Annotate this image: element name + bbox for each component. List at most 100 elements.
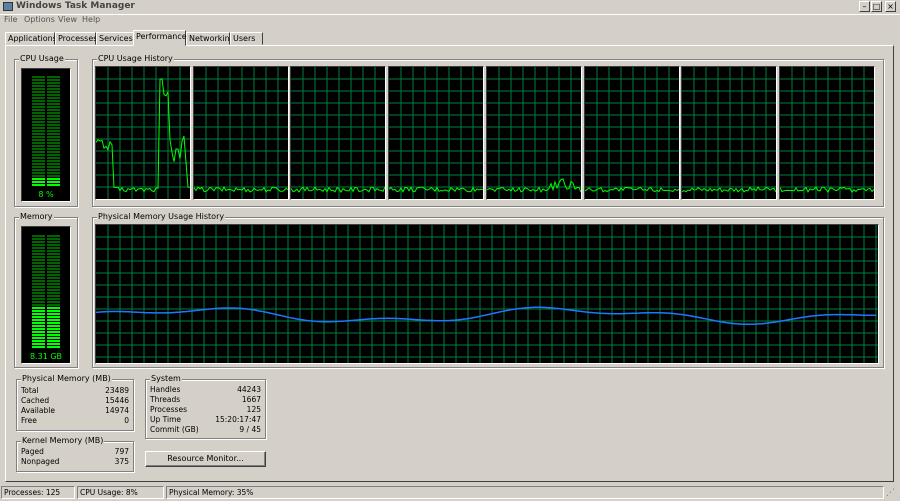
stat-value: 797 [114,447,129,456]
gauge-bar-segment [32,280,45,282]
gauge-bar-segment [32,304,45,306]
gauge-bar-segment [32,325,45,327]
cpu-core-graph [485,66,582,200]
gauge-bar-segment [32,145,45,147]
tab-processes[interactable]: Processes [55,32,97,45]
gauge-bar-segment [32,85,45,87]
gauge-bars [32,235,60,348]
gauge-bar-segment [47,238,60,240]
table-row: Nonpaged 375 [21,457,129,467]
gauge-bar-segment [32,319,45,321]
menu-file[interactable]: File [4,15,17,24]
gauge-bar-segment [32,313,45,315]
gauge-bar-segment [32,262,45,264]
gauge-bar-segment [47,157,60,159]
menu-options[interactable]: Options [24,15,55,24]
status-cpu-usage: CPU Usage: 8% [77,486,164,499]
physical-memory-table: Total 23489 Cached 15446 Available 14974 Fr… [21,386,129,426]
gauge-bars [32,76,60,186]
gauge-bar-segment [32,148,45,150]
gauge-bar-segment [32,139,45,141]
title-bar[interactable]: Windows Task Manager – □ × [0,0,900,15]
gauge-bar-segment [47,322,60,324]
gauge-bar-segment [47,331,60,333]
gauge-bar-segment [47,310,60,312]
tab-performance[interactable]: Performance [133,30,187,46]
gauge-bar-segment [47,337,60,339]
tab-users[interactable]: Users [230,32,263,45]
gauge-bar-segment [47,175,60,177]
minimize-button[interactable]: – [859,1,870,12]
gauge-bar-segment [32,103,45,105]
table-row: Commit (GB) 9 / 45 [150,425,261,435]
gauge-bar-segment [32,112,45,114]
stat-value: 1667 [241,395,261,404]
tab-services[interactable]: Services [96,32,135,45]
gauge-bar-segment [32,130,45,132]
gauge-bar-segment [47,82,60,84]
stat-name: Paged [21,447,44,456]
gauge-bar-segment [47,130,60,132]
memory-label: Memory [19,212,54,222]
maximize-button[interactable]: □ [871,1,882,12]
gauge-bar-segment [32,283,45,285]
stat-name: Total [21,386,39,395]
stat-name: Available [21,406,55,415]
close-button[interactable]: × [885,1,896,12]
gauge-bar-segment [47,76,60,78]
gauge-bar-segment [32,343,45,345]
gauge-bar-segment [47,118,60,120]
cpu-core-graph [778,66,875,200]
gauge-bar-segment [47,250,60,252]
gauge-bar-segment [47,94,60,96]
table-row: Threads 1667 [150,395,261,405]
gauge-bar-segment [32,154,45,156]
cpu-core-graph [388,66,485,200]
gauge-bar-segment [32,88,45,90]
gauge-bar-segment [32,340,45,342]
gauge-bar-segment [47,127,60,129]
gauge-bar-segment [32,289,45,291]
gauge-bar-segment [32,328,45,330]
memory-history-group: Physical Memory Usage History [92,212,884,368]
gauge-bar-segment [32,118,45,120]
gauge-bar-segment [32,274,45,276]
gauge-bar-segment [32,178,45,180]
resize-grip-icon[interactable]: ⋰ [886,488,898,499]
gauge-bar-segment [47,283,60,285]
table-row: Up Time 15:20:17:47 [150,415,261,425]
gauge-bar-segment [47,328,60,330]
cpu-usage-gauge: 8 % [21,68,71,202]
tab-applications[interactable]: Applications [5,32,57,45]
gauge-bar-segment [47,169,60,171]
gauge-bar-segment [47,268,60,270]
cpu-usage-line [486,178,581,193]
menu-help[interactable]: Help [82,15,100,24]
gauge-bar-segment [47,160,60,162]
stat-value: 15:20:17:47 [215,415,261,424]
gauge-bar-segment [32,235,45,237]
gauge-bar-segment [47,145,60,147]
gauge-bar-segment [32,271,45,273]
tab-networking[interactable]: Networking [186,32,235,45]
gauge-bar-segment [47,334,60,336]
memory-history-chart [96,225,878,363]
gauge-bar-segment [47,301,60,303]
memory-history-label: Physical Memory Usage History [97,212,226,222]
stat-value: 23489 [105,386,129,395]
stat-name: Processes [150,405,187,414]
resource-monitor-button[interactable]: Resource Monitor... [145,451,266,467]
gauge-bar-segment [32,79,45,81]
cpu-core-graph [290,66,387,200]
gauge-bar-segment [32,109,45,111]
gauge-bar-segment [32,298,45,300]
gauge-bar-segment [47,133,60,135]
cpu-usage-label: CPU Usage [19,54,65,64]
gauge-bar-segment [47,343,60,345]
gauge-bar-segment [47,304,60,306]
gauge-bar-segment [47,244,60,246]
menu-view[interactable]: View [58,15,77,24]
gauge-bar-segment [47,259,60,261]
stat-name: Commit (GB) [150,425,199,434]
gauge-bar-segment [32,184,45,186]
